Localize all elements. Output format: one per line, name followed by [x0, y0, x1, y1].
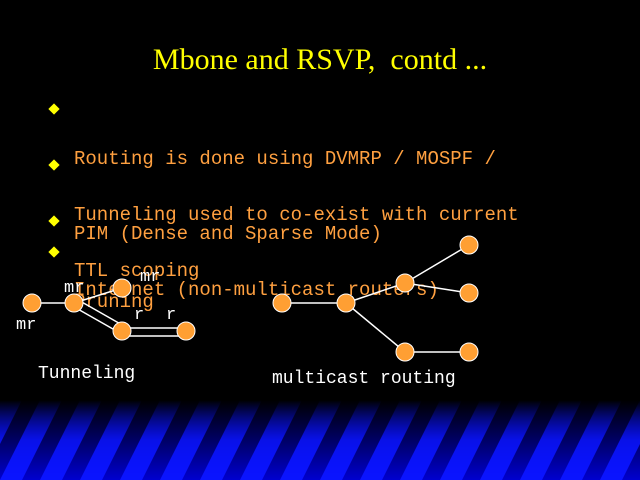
multicast-routing-diagram: [272, 235, 479, 362]
router-node: [22, 293, 42, 313]
label-r-right: r: [166, 306, 177, 325]
router-node: [272, 293, 292, 313]
multicast-routing-caption: multicast routing: [272, 369, 456, 389]
tunneling-caption: Tunneling: [38, 364, 136, 384]
network-diagrams: [22, 235, 479, 362]
footer-stripes: [0, 400, 640, 480]
router-node: [176, 321, 196, 341]
router-node: [459, 342, 479, 362]
label-r-left: r: [134, 306, 145, 325]
edge: [345, 302, 406, 353]
router-node: [395, 342, 415, 362]
label-mr-right: mr: [140, 268, 161, 287]
router-node: [112, 278, 132, 298]
edge: [404, 244, 470, 284]
router-node: [395, 273, 415, 293]
router-node: [336, 293, 356, 313]
router-node: [112, 321, 132, 341]
label-mr-top: mr: [64, 279, 85, 298]
label-mr-left: mr: [16, 316, 37, 335]
router-node: [459, 283, 479, 303]
router-node: [459, 235, 479, 255]
edge: [404, 282, 470, 294]
footer-diagonal-stripes: [0, 400, 640, 480]
